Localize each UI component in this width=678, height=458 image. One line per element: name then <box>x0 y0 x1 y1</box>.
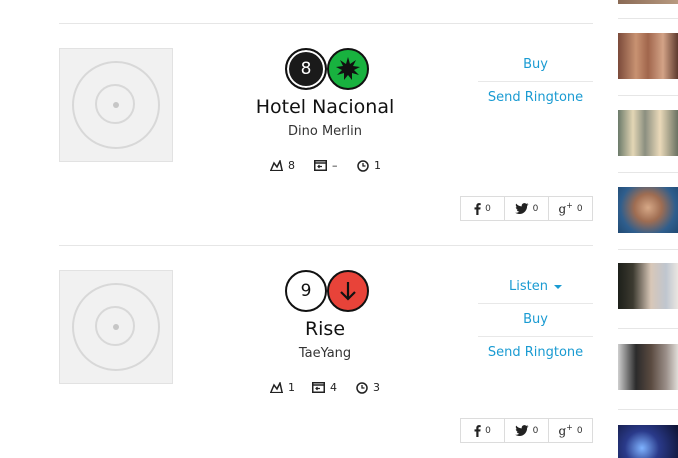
sidebar-divider <box>618 95 678 96</box>
entry-actions: Listen Buy Send Ringtone <box>478 271 593 369</box>
disc-center <box>113 324 119 330</box>
arrow-down-icon <box>340 282 356 301</box>
peak-icon <box>270 382 283 393</box>
facebook-share-button[interactable]: 0 <box>461 419 505 442</box>
sidebar-thumbnail[interactable] <box>618 344 678 390</box>
sidebar-divider <box>618 409 678 410</box>
rank-badge: 9 <box>285 270 327 312</box>
facebook-icon <box>474 424 481 437</box>
down-movement-badge <box>327 270 369 312</box>
song-title[interactable]: Rise <box>220 318 430 340</box>
sidebar-thumbnail[interactable] <box>618 263 678 309</box>
peak-value: 1 <box>288 381 295 394</box>
chart-entry: 9 Rise TaeYang 1 4 3 Listen Buy Send Rin… <box>0 0 600 443</box>
listen-label: Listen <box>509 279 548 294</box>
weeks-icon <box>312 382 325 393</box>
weeks-value: 4 <box>330 381 337 394</box>
sidebar-divider <box>618 172 678 173</box>
sidebar-thumbnail[interactable] <box>618 187 678 233</box>
album-cover-placeholder[interactable] <box>59 270 173 384</box>
sidebar-divider <box>618 18 678 19</box>
sidebar-thumbnail[interactable] <box>618 110 678 156</box>
send-ringtone-link[interactable]: Send Ringtone <box>478 337 593 369</box>
peak-stat: 1 <box>270 381 295 394</box>
gplus-share-button[interactable]: g+ 0 <box>549 419 592 442</box>
listen-dropdown[interactable]: Listen <box>478 271 593 304</box>
sidebar-divider <box>618 249 678 250</box>
clock-icon <box>356 381 368 394</box>
gplus-icon: g+ <box>558 423 573 438</box>
time-stat: 3 <box>356 381 380 394</box>
twitter-count: 0 <box>532 425 539 436</box>
share-bar: 0 0 g+ 0 <box>460 418 593 443</box>
divider <box>59 245 593 246</box>
artist-name[interactable]: TaeYang <box>220 346 430 361</box>
gplus-count: 0 <box>576 425 583 436</box>
weeks-stat: 4 <box>312 381 337 394</box>
rank-badges: 9 <box>285 270 370 312</box>
sidebar-divider <box>618 328 678 329</box>
sidebar-thumbnail[interactable] <box>618 0 678 4</box>
entry-stats: 1 4 3 <box>270 381 410 395</box>
twitter-share-button[interactable]: 0 <box>505 419 549 442</box>
buy-link[interactable]: Buy <box>478 304 593 337</box>
sidebar-thumbnail[interactable] <box>618 425 678 458</box>
twitter-icon <box>514 425 529 436</box>
facebook-count: 0 <box>485 425 491 436</box>
time-value: 3 <box>373 381 380 394</box>
caret-down-icon <box>553 284 562 289</box>
sidebar-thumbnail[interactable] <box>618 33 678 79</box>
